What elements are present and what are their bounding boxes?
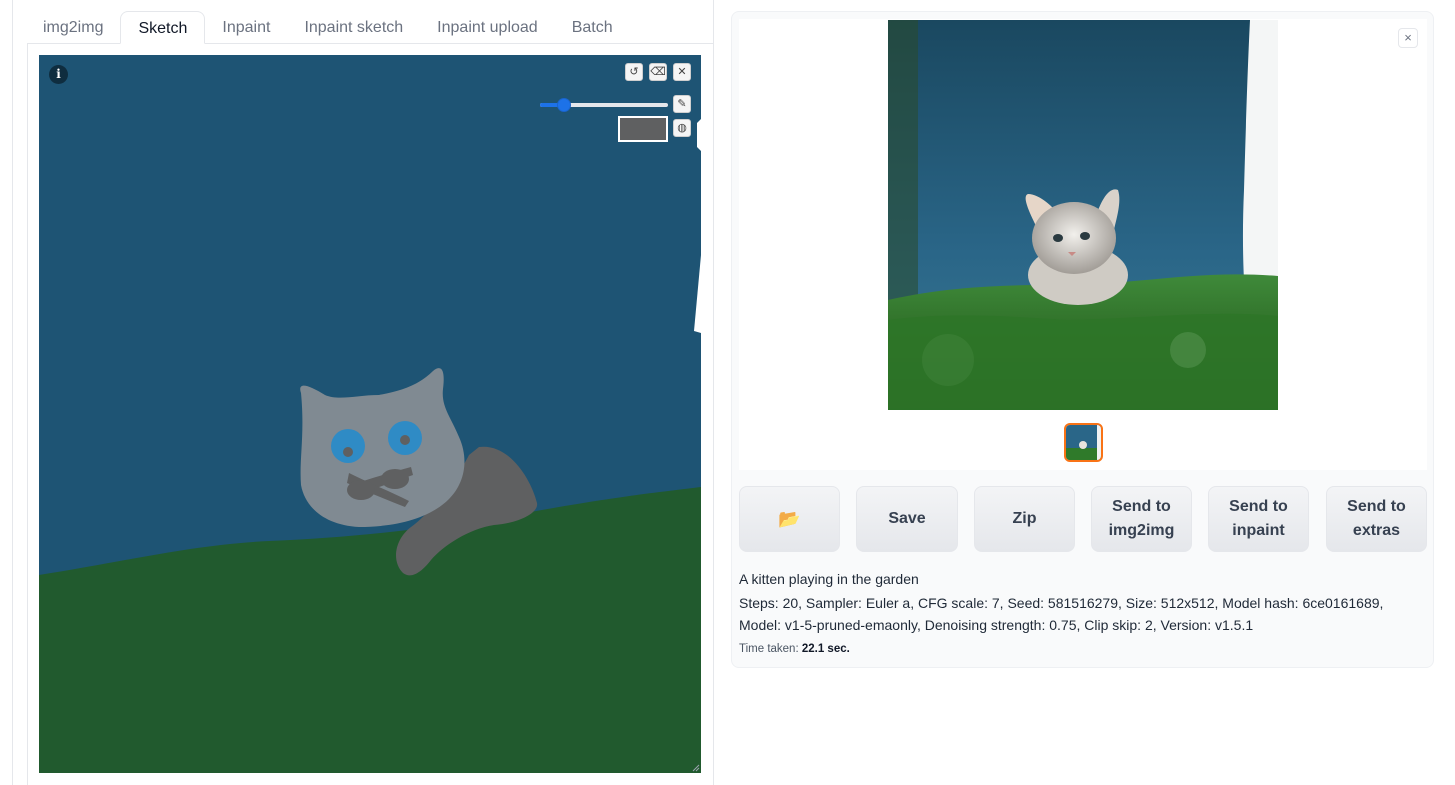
tab-img2img[interactable]: img2img (26, 11, 120, 44)
send-to-inpaint-button[interactable]: Send to inpaint (1208, 486, 1309, 552)
tab-inpaint-sketch[interactable]: Inpaint sketch (287, 11, 420, 44)
resize-handle-icon[interactable] (692, 764, 700, 772)
save-button[interactable]: Save (856, 486, 958, 552)
info-icon[interactable]: i (49, 65, 68, 84)
eraser-icon[interactable]: ⌫ (649, 63, 667, 81)
tab-inpaint[interactable]: Inpaint (205, 11, 287, 44)
slider-thumb[interactable] (557, 98, 572, 112)
output-panel: × 📂 Save Zip Send to img2img Send to inp… (731, 11, 1434, 668)
sketch-drawing (39, 119, 701, 773)
sketch-canvas[interactable]: i ↺ ⌫ ✕ ✎ ◍ (39, 55, 701, 773)
output-gallery: × (739, 19, 1427, 470)
prompt-text: A kitten playing in the garden (739, 571, 919, 587)
gallery-thumbnail[interactable] (1064, 423, 1103, 462)
generation-info: A kitten playing in the garden Steps: 20… (739, 569, 1419, 655)
tab-inpaint-upload[interactable]: Inpaint upload (420, 11, 555, 44)
generation-params: Steps: 20, Sampler: Euler a, CFG scale: … (739, 595, 1384, 633)
undo-icon[interactable]: ↺ (625, 63, 643, 81)
output-actions: 📂 Save Zip Send to img2img Send to inpai… (739, 486, 1427, 552)
tab-sketch[interactable]: Sketch (120, 11, 206, 44)
time-taken-label: Time taken: (739, 643, 799, 655)
time-taken: Time taken: 22.1 sec. (739, 643, 1419, 655)
send-to-img2img-button[interactable]: Send to img2img (1091, 486, 1192, 552)
palette-icon[interactable]: ◍ (673, 119, 691, 137)
close-icon[interactable]: ✕ (673, 63, 691, 81)
zip-button[interactable]: Zip (974, 486, 1075, 552)
close-gallery-button[interactable]: × (1398, 28, 1418, 48)
time-taken-value: 22.1 sec. (801, 643, 850, 655)
mode-tabs: img2img Sketch Inpaint Inpaint sketch In… (26, 11, 630, 44)
thumbnail-image (1066, 425, 1101, 460)
brush-size-slider[interactable] (540, 98, 668, 112)
kitten-image (888, 20, 1278, 410)
tab-batch[interactable]: Batch (555, 11, 630, 44)
folder-icon: 📂 (778, 509, 801, 529)
open-folder-button[interactable]: 📂 (739, 486, 840, 552)
brush-icon[interactable]: ✎ (673, 95, 691, 113)
send-to-extras-button[interactable]: Send to extras (1326, 486, 1427, 552)
brush-color-swatch[interactable] (618, 116, 668, 142)
generated-image[interactable] (888, 20, 1278, 410)
